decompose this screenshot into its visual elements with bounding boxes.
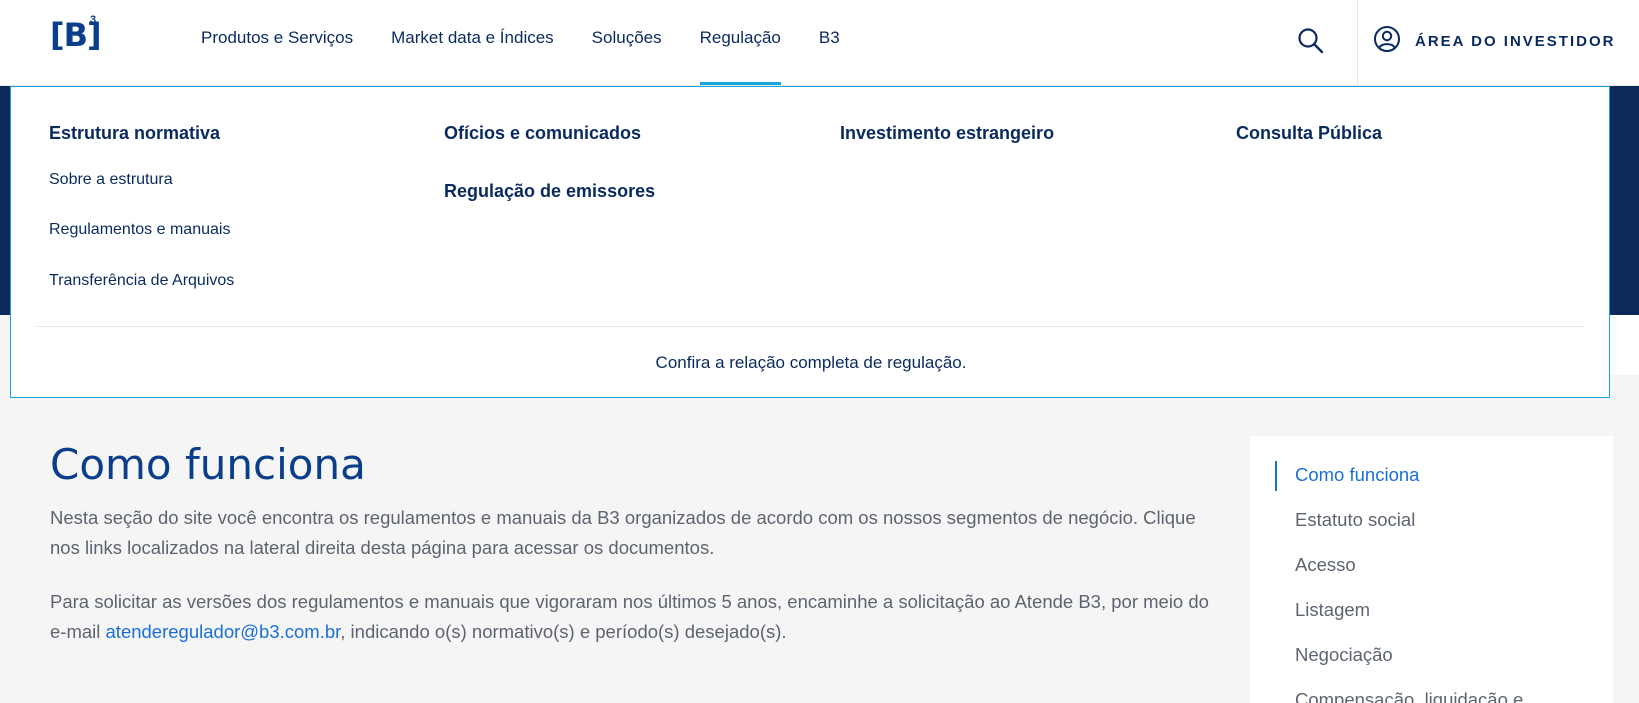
menu-link-relacao-completa[interactable]: Confira a relação completa de regulação. [11, 353, 1611, 373]
search-icon[interactable] [1296, 26, 1326, 56]
sidebar-item-negociacao[interactable]: Negociação [1250, 644, 1613, 689]
b3-logo[interactable]: [B] 3 [50, 14, 102, 54]
menu-link-sobre-estrutura[interactable]: Sobre a estrutura [49, 171, 234, 193]
menu-link-regulamentos-manuais[interactable]: Regulamentos e manuais [49, 221, 234, 243]
nav-item-b3[interactable]: B3 [819, 0, 840, 86]
section-sidebar: Como funciona Estatuto social Acesso Lis… [1250, 436, 1613, 703]
mega-menu-divider [36, 326, 1584, 327]
nav-item-regulacao[interactable]: Regulação [699, 0, 782, 86]
investor-area-label: Área do Investidor [1415, 32, 1616, 50]
logo-superscript: 3 [90, 14, 97, 26]
nav-item-market-data[interactable]: Market data e Índices [391, 0, 554, 86]
sidebar-item-compensacao[interactable]: Compensação, liquidação e [1250, 689, 1613, 703]
mega-col-consulta: Consulta Pública [1236, 123, 1382, 147]
mega-col-investimento: Investimento estrangeiro [840, 123, 1054, 147]
nav-item-produtos[interactable]: Produtos e Serviços [201, 0, 353, 86]
investor-area-button[interactable]: Área do Investidor [1373, 24, 1615, 58]
menu-heading-consulta-publica[interactable]: Consulta Pública [1236, 123, 1382, 147]
regulacao-mega-menu: Estrutura normativa Sobre a estrutura Re… [10, 86, 1610, 398]
user-circle-icon [1373, 25, 1401, 58]
menu-heading-oficios-comunicados[interactable]: Ofícios e comunicados [444, 123, 655, 147]
main-content: Como funciona Nesta seção do site você e… [50, 440, 1220, 647]
menu-link-transferencia-arquivos[interactable]: Transferência de Arquivos [49, 272, 234, 294]
nav-item-solucoes[interactable]: Soluções [592, 0, 662, 86]
sidebar-item-listagem[interactable]: Listagem [1250, 599, 1613, 644]
sidebar-item-acesso[interactable]: Acesso [1250, 554, 1613, 599]
intro-paragraph: Nesta seção do site você encontra os reg… [50, 507, 1196, 558]
site-header: [B] 3 Produtos e Serviços Market data e … [0, 0, 1639, 86]
menu-heading-regulacao-emissores[interactable]: Regulação de emissores [444, 181, 655, 205]
menu-heading-estrutura-normativa[interactable]: Estrutura normativa [49, 123, 234, 147]
header-divider [1357, 0, 1358, 86]
request-text-after: , indicando o(s) normativo(s) e período(… [340, 621, 787, 642]
mega-col-oficios: Ofícios e comunicados Regulação de emiss… [444, 123, 655, 205]
main-nav: Produtos e Serviços Market data e Índice… [201, 0, 878, 86]
sidebar-item-estatuto-social[interactable]: Estatuto social [1250, 509, 1613, 554]
menu-heading-investimento-estrangeiro[interactable]: Investimento estrangeiro [840, 123, 1054, 147]
request-paragraph: Para solicitar as versões dos regulament… [50, 587, 1220, 647]
email-link[interactable]: atenderegulador@b3.com.br [106, 621, 341, 642]
page-title: Como funciona [50, 440, 366, 489]
mega-col-estrutura: Estrutura normativa Sobre a estrutura Re… [49, 123, 234, 294]
sidebar-item-como-funciona[interactable]: Como funciona [1250, 461, 1613, 509]
